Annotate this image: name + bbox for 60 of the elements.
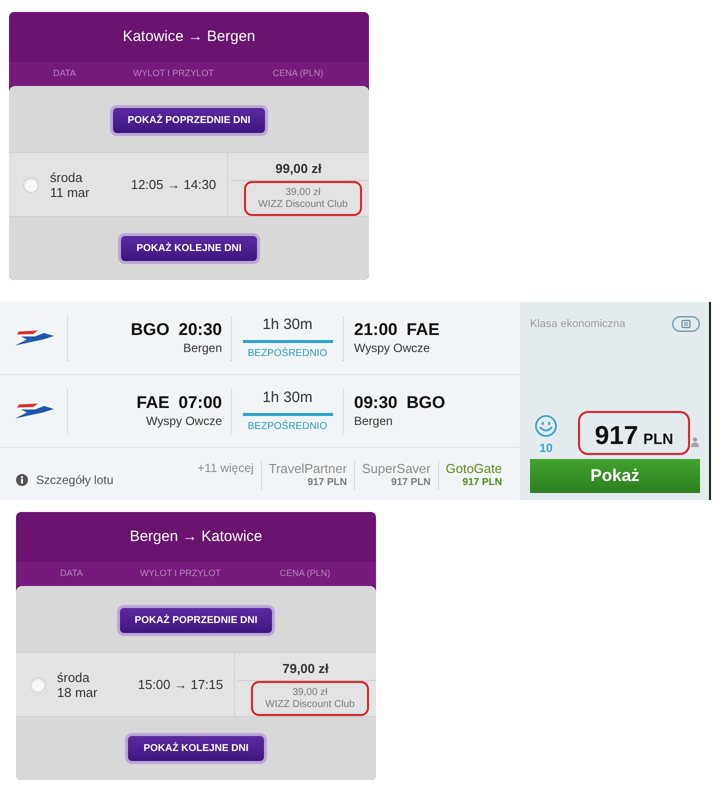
column-header: WYLOT I PRZYLOT (139, 567, 222, 580)
column-header: CENA (PLN) (278, 567, 332, 580)
club-price: 39,00 zł (292, 686, 328, 698)
route-title: Katowice → Bergen (122, 26, 256, 47)
flight-times: 15:00 → 17:15 (138, 676, 224, 694)
days-button[interactable]: POKAŻ POPRZEDNIE DNI (110, 105, 268, 136)
arrival-time: 09:30 (354, 393, 398, 413)
date-label: 11 mar (50, 184, 90, 200)
flight-duration: 1h 30m (262, 389, 313, 407)
price-amount: 917 (594, 421, 638, 449)
stops-label: BEZPOŚREDNIO (248, 421, 328, 433)
airport-code: BGO (130, 320, 170, 340)
departure-time: 20:30 (178, 320, 222, 340)
column-header: DATA (52, 67, 77, 80)
radio-button[interactable] (23, 176, 39, 192)
smiley-icon (535, 415, 557, 437)
date-label: 18 mar (57, 684, 98, 700)
column-header: CENA (PLN) (272, 67, 324, 80)
stops-label: BEZPOŚREDNIO (248, 348, 328, 360)
list-icon (672, 316, 700, 332)
radio-button[interactable] (30, 676, 46, 692)
city-name: Wyspy Owcze (354, 340, 430, 356)
days-button[interactable]: POKAŻ POPRZEDNIE DNI (116, 605, 276, 636)
weekday-label: środa (50, 170, 84, 184)
city-name: Bergen (354, 413, 393, 429)
days-button[interactable]: POKAŻ KOLEJNE DNI (125, 733, 266, 764)
provider-price: 917 PLN (462, 476, 502, 489)
price-currency: PLN (643, 431, 674, 449)
cabin-class: Klasa ekonomiczna (530, 316, 626, 332)
flight-duration: 1h 30m (262, 316, 313, 334)
arrival-time: 21:00 (354, 320, 398, 340)
club-label: WIZZ Discount Club (258, 198, 348, 210)
person-icon (691, 437, 699, 447)
provider-price: 917 PLN (391, 476, 431, 489)
club-label: WIZZ Discount Club (265, 698, 355, 710)
provider-price: 917 PLN (308, 476, 347, 489)
bird-logo-icon (14, 330, 54, 346)
fare-row[interactable]: środa 11 mar 12:05 → 14:30 99,00 zł 39,00 zł WIZZ Discount Club (9, 152, 369, 217)
details-link[interactable]: Szczegóły lotu (36, 471, 114, 489)
show-button[interactable]: Pokaż (530, 459, 700, 493)
fare-row[interactable]: środa 18 mar 15:00 → 17:15 79,00 zł 39,00 zł WIZZ Discount Club (16, 652, 376, 717)
info-icon (16, 474, 28, 486)
bird-logo-icon (14, 403, 54, 419)
column-header: DATA (59, 567, 84, 580)
airport-code: BGO (406, 393, 446, 413)
column-header: WYLOT I PRZYLOT (132, 67, 215, 80)
route-title: Bergen → Katowice (128, 526, 264, 547)
flight-times: 12:05 → 14:30 (130, 176, 216, 194)
club-price: 39,00 zł (285, 186, 321, 198)
city-name: Bergen (183, 340, 222, 356)
city-name: Wyspy Owcze (146, 413, 222, 429)
weekday-label: środa (57, 670, 91, 684)
airport-code: FAE (136, 393, 170, 413)
departure-time: 07:00 (178, 393, 222, 413)
rating-score: 10 (539, 442, 553, 455)
days-button[interactable]: POKAŻ KOLEJNE DNI (118, 233, 260, 264)
fare-price: 79,00 zł (281, 660, 330, 678)
provider-name[interactable]: GotoGate (446, 461, 502, 476)
airport-code: FAE (406, 320, 440, 340)
fare-price: 99,00 zł (274, 160, 323, 178)
